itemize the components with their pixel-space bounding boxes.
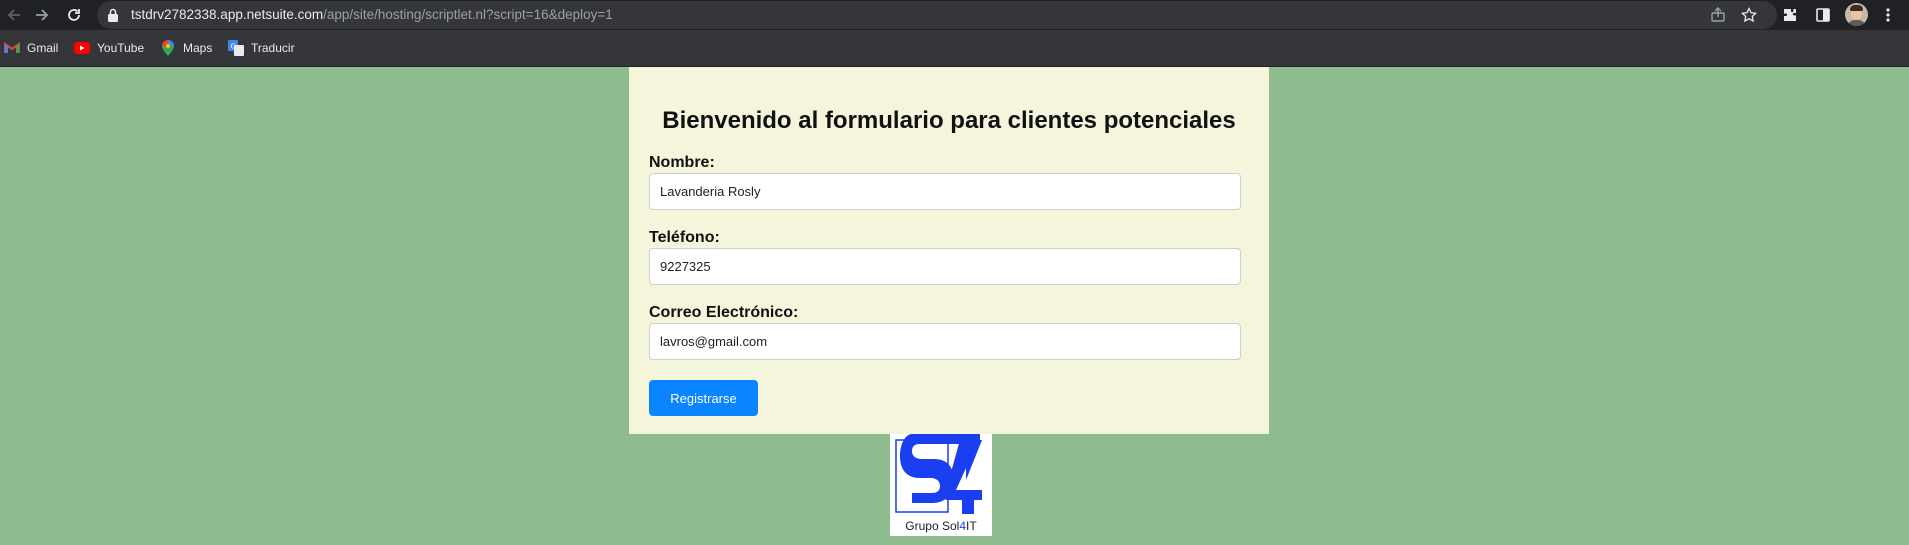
share-icon[interactable] [1709, 6, 1727, 24]
logo-text-highlight: 4 [959, 519, 967, 533]
name-input[interactable] [649, 173, 1241, 210]
phone-input[interactable] [649, 248, 1241, 285]
company-logo: Grupo Sol4IT [890, 434, 992, 536]
bookmarks-bar: Gmail YouTube Maps G Traducir [0, 30, 1909, 67]
side-panel-icon[interactable] [1812, 4, 1834, 26]
menu-icon[interactable] [1877, 4, 1899, 26]
address-bar[interactable]: tstdrv2782338.app.netsuite.com/app/site/… [97, 1, 1777, 29]
bookmark-translate[interactable]: G Traducir [228, 39, 295, 57]
email-input[interactable] [649, 323, 1241, 360]
svg-text:G: G [231, 43, 236, 51]
bookmark-gmail[interactable]: Gmail [4, 39, 58, 57]
logo-text: Grupo Sol4IT [890, 519, 992, 533]
bookmark-label: Traducir [251, 41, 295, 55]
bookmark-label: Gmail [27, 41, 59, 55]
reload-icon[interactable] [63, 4, 85, 26]
form-title: Bienvenido al formulario para clientes p… [662, 107, 1236, 134]
profile-avatar[interactable] [1845, 3, 1868, 26]
translate-icon: G [228, 40, 244, 56]
url-text[interactable]: tstdrv2782338.app.netsuite.com/app/site/… [131, 7, 613, 22]
gmail-icon [4, 40, 20, 56]
lead-form-card: Bienvenido al formulario para clientes p… [629, 67, 1269, 434]
forward-icon[interactable] [31, 4, 53, 26]
name-label: Nombre: [649, 154, 715, 171]
url-domain: tstdrv2782338.app.netsuite.com [131, 7, 324, 22]
url-path: /app/site/hosting/scriptlet.nl?script=16… [323, 7, 613, 22]
register-button[interactable]: Registrarse [649, 380, 758, 416]
email-label: Correo Electrónico: [649, 304, 799, 321]
extensions-icon[interactable] [1779, 4, 1801, 26]
lock-icon[interactable] [107, 8, 119, 27]
logo-text-suffix: IT [966, 519, 977, 533]
phone-label: Teléfono: [649, 229, 720, 246]
star-icon[interactable] [1740, 6, 1758, 24]
bookmark-label: YouTube [97, 41, 145, 55]
bookmark-youtube[interactable]: YouTube [74, 39, 144, 57]
logo-text-prefix: Grupo Sol [905, 519, 960, 533]
bookmark-maps[interactable]: Maps [160, 39, 212, 57]
logo-mark [895, 434, 982, 514]
bookmark-label: Maps [183, 41, 213, 55]
back-icon[interactable] [3, 4, 25, 26]
maps-icon [160, 40, 176, 56]
browser-toolbar: tstdrv2782338.app.netsuite.com/app/site/… [0, 0, 1909, 30]
youtube-icon [74, 40, 90, 56]
